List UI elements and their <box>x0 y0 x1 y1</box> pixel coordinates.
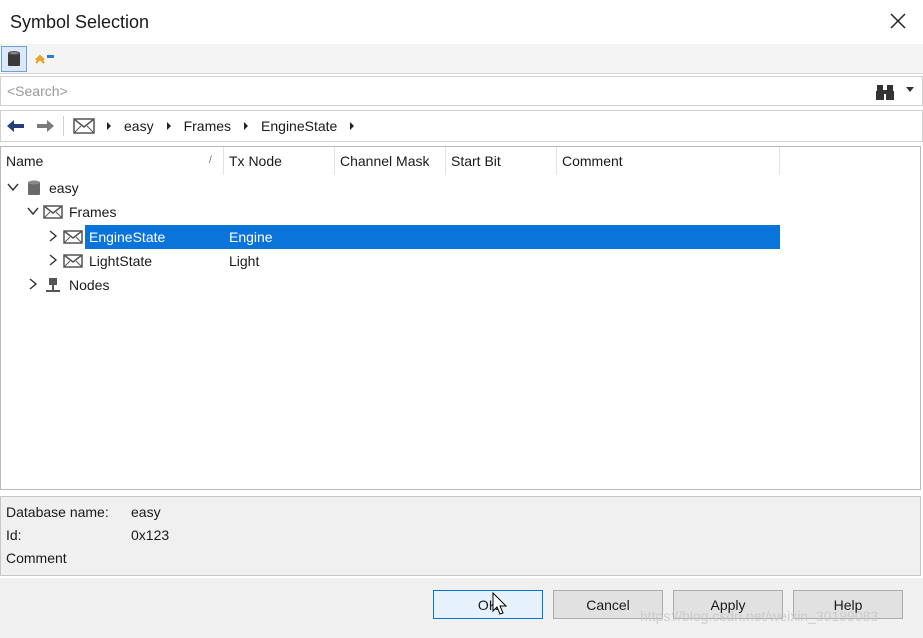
binoculars-icon[interactable] <box>874 81 896 103</box>
symbol-tree: Name / Tx Node Channel Mask Start Bit Com… <box>0 146 921 490</box>
back-arrow-icon[interactable] <box>6 118 26 134</box>
chevron-down-icon[interactable] <box>27 205 39 217</box>
search-input[interactable] <box>5 80 845 102</box>
close-icon[interactable] <box>887 10 909 32</box>
tx-node-cell: Light <box>229 253 260 269</box>
tree-label: Nodes <box>69 277 110 293</box>
breadcrumb-item[interactable]: easy <box>124 118 154 134</box>
column-header: Name / Tx Node Channel Mask Start Bit Com… <box>1 147 920 175</box>
tree-label: Frames <box>69 204 117 220</box>
id-value: 0x123 <box>131 527 170 543</box>
tree-row-lightstate[interactable]: LightState Light <box>1 249 780 273</box>
column-header-channel-mask[interactable]: Channel Mask <box>335 147 446 175</box>
node-icon <box>46 278 60 292</box>
tree-label: EngineState <box>89 229 166 245</box>
breadcrumb-item[interactable]: EngineState <box>261 118 337 134</box>
envelope-icon <box>63 230 83 244</box>
selection-highlight <box>85 225 780 249</box>
search-options-dropdown[interactable] <box>906 87 914 92</box>
envelope-icon <box>43 205 63 219</box>
tree-label: LightState <box>89 253 153 269</box>
details-panel: Database name: easy Id: 0x123 Comment <box>0 496 921 576</box>
database-name-label: Database name: <box>6 504 109 520</box>
tree-row-frames[interactable]: Frames <box>1 200 780 224</box>
chevron-right-icon[interactable] <box>47 230 59 242</box>
tree-row-nodes[interactable]: Nodes <box>1 273 780 297</box>
column-header-tx-node[interactable]: Tx Node <box>224 147 335 175</box>
symbol-icon <box>35 54 54 64</box>
column-header-comment[interactable]: Comment <box>557 147 780 175</box>
title-bar: Symbol Selection <box>0 0 923 44</box>
nav-separator <box>63 116 64 136</box>
id-label: Id: <box>6 527 22 543</box>
chevron-right-icon[interactable] <box>27 278 39 290</box>
search-bar <box>0 76 923 106</box>
database-icon <box>8 51 20 66</box>
ok-button[interactable]: OK <box>433 590 543 619</box>
envelope-icon[interactable] <box>73 118 95 134</box>
navigation-bar: easy Frames EngineState <box>0 110 923 142</box>
breadcrumb-item[interactable]: Frames <box>184 118 231 134</box>
chevron-down-icon[interactable] <box>7 181 19 193</box>
database-view-button[interactable] <box>1 46 27 72</box>
symbol-view-button[interactable] <box>32 46 58 72</box>
database-icon <box>28 180 40 195</box>
toolbar <box>0 44 923 74</box>
mouse-cursor-icon <box>492 592 508 615</box>
window-title: Symbol Selection <box>10 12 150 32</box>
breadcrumb-separator[interactable] <box>350 122 355 130</box>
column-header-start-bit[interactable]: Start Bit <box>446 147 557 175</box>
comment-label: Comment <box>6 550 67 566</box>
column-header-label: Name <box>6 153 44 169</box>
watermark: https://blog.csdn.net/weixin_30199083 <box>640 608 879 624</box>
breadcrumb-separator[interactable] <box>166 122 171 130</box>
database-name-value: easy <box>131 504 161 520</box>
sort-indicator-icon: / <box>209 155 212 166</box>
chevron-right-icon[interactable] <box>47 254 59 266</box>
tree-row-enginestate[interactable]: EngineState Engine <box>1 225 780 249</box>
breadcrumb: easy Frames EngineState <box>73 111 367 141</box>
column-header-name[interactable]: Name / <box>1 147 224 175</box>
tx-node-cell: Engine <box>229 229 273 245</box>
envelope-icon <box>63 254 83 268</box>
tree-row-easy[interactable]: easy <box>1 176 780 200</box>
breadcrumb-separator[interactable] <box>244 122 249 130</box>
breadcrumb-separator[interactable] <box>107 122 111 130</box>
tree-label: easy <box>49 180 79 196</box>
forward-arrow-icon[interactable] <box>35 118 55 134</box>
